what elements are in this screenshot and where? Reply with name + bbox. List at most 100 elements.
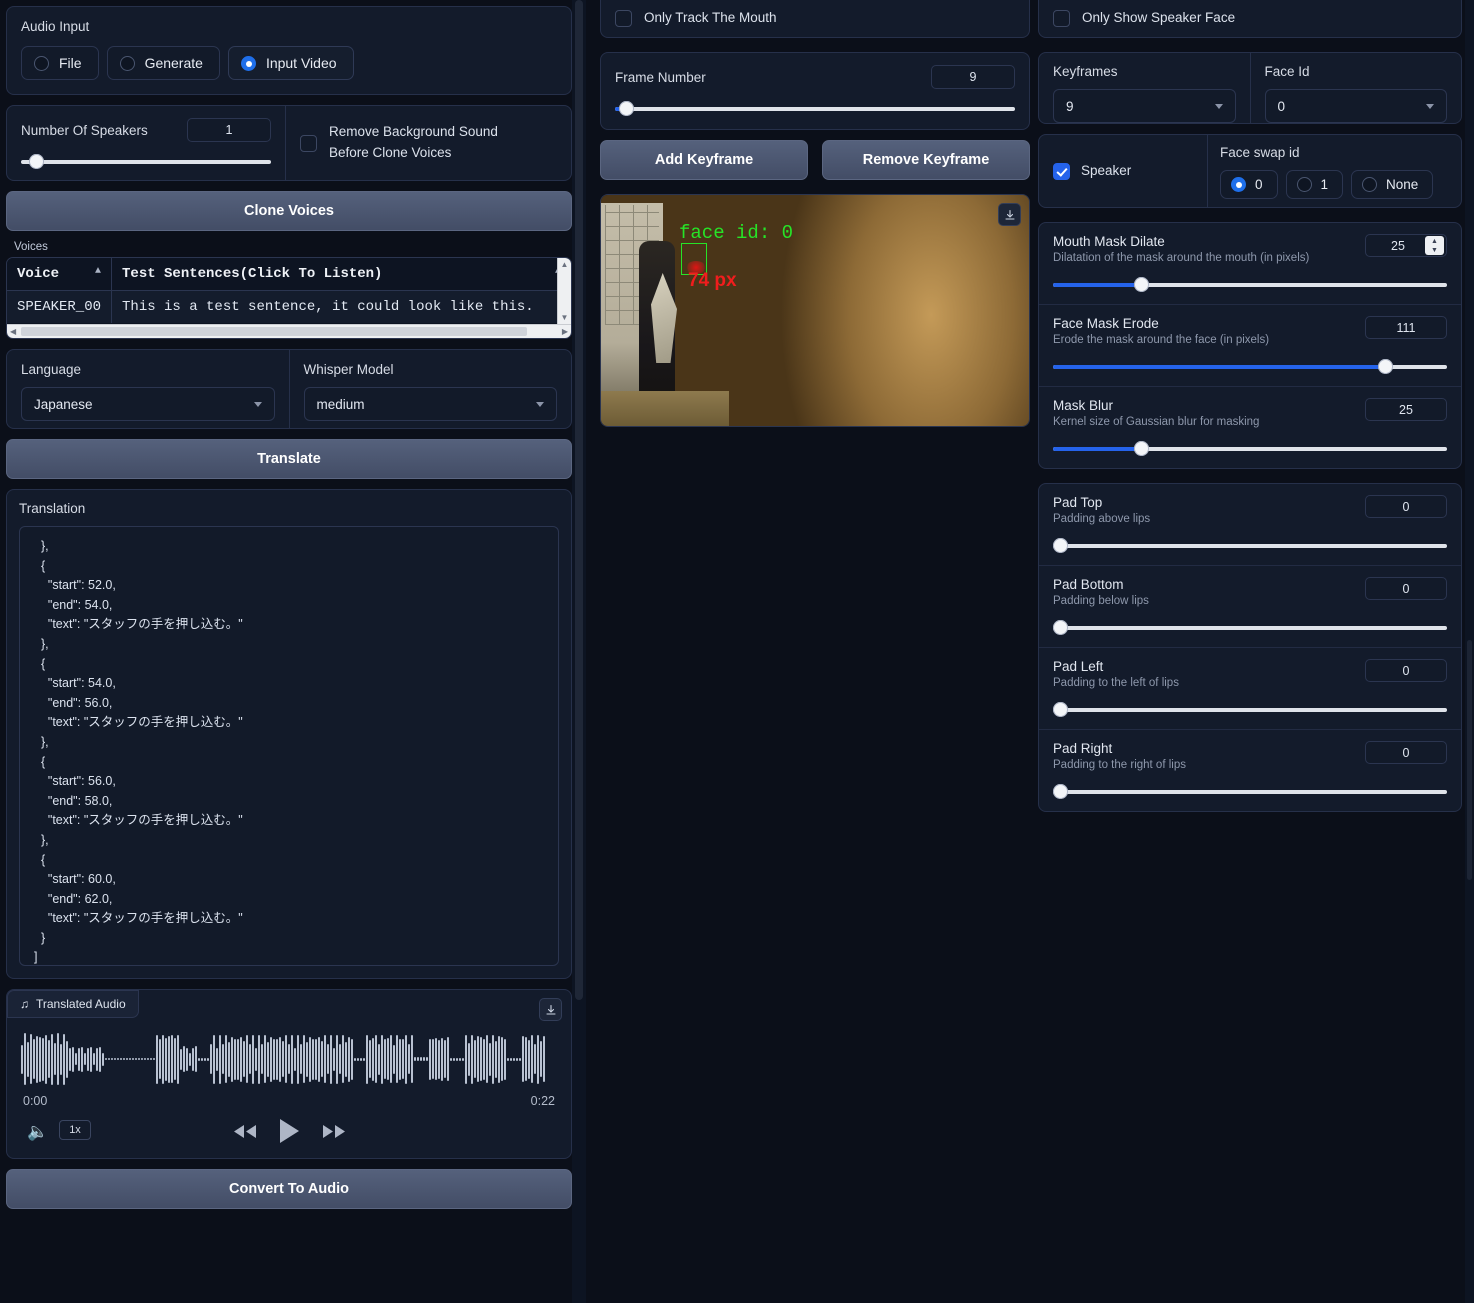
table-horizontal-scrollbar[interactable]: ◀ ▶ [7, 324, 571, 338]
pad-right-slider[interactable] [1053, 784, 1447, 798]
scroll-right-icon[interactable]: ▶ [562, 327, 568, 336]
slider-knob[interactable] [1134, 441, 1149, 456]
mouth-mask-dilate-value[interactable]: 25 ▲ ▼ [1365, 234, 1447, 257]
language-dropdown[interactable]: Japanese [21, 387, 275, 421]
waveform-bar [42, 1038, 44, 1081]
video-preview[interactable]: face id: 0 74 px [600, 194, 1030, 427]
waveform-bar [363, 1058, 365, 1061]
column-header-voice[interactable]: Voice ▲ [7, 258, 112, 291]
fast-forward-icon[interactable] [322, 1123, 346, 1140]
pad-top-slider[interactable] [1053, 538, 1447, 552]
slider-knob[interactable] [1378, 359, 1393, 374]
add-keyframe-button[interactable]: Add Keyframe [600, 140, 808, 180]
waveform-bar [93, 1053, 95, 1065]
radio-option-input-video[interactable]: Input Video [228, 46, 354, 80]
waveform-bar [324, 1035, 326, 1083]
frame-number-slider[interactable] [615, 101, 1015, 115]
only-track-mouth-checkbox[interactable] [615, 10, 632, 27]
audio-input-radio-group[interactable]: File Generate Input Video [21, 46, 557, 80]
page-scrollbar[interactable] [1465, 0, 1474, 1303]
slider-knob[interactable] [1053, 702, 1068, 717]
pad-bottom-slider[interactable] [1053, 620, 1447, 634]
download-video-frame-button[interactable] [998, 203, 1021, 226]
stepper-up-icon[interactable]: ▲ [1431, 238, 1438, 245]
only-track-mouth-panel[interactable]: Only Track The Mouth [600, 0, 1030, 38]
waveform-bar [168, 1036, 170, 1083]
scrollbar-thumb[interactable] [575, 0, 583, 1000]
waveform-bar [417, 1057, 419, 1061]
only-show-speaker-face-panel[interactable]: Only Show Speaker Face [1038, 0, 1462, 38]
mouth-mask-dilate-slider[interactable] [1053, 277, 1447, 291]
download-audio-button[interactable] [539, 998, 562, 1021]
slider-knob[interactable] [29, 154, 44, 169]
face-swap-radio-group[interactable]: 0 1 None [1220, 170, 1449, 199]
mask-blur-slider[interactable] [1053, 441, 1447, 455]
radio-option-file[interactable]: File [21, 46, 99, 80]
pad-bottom-value[interactable]: 0 [1365, 577, 1447, 600]
remove-background-sound-checkbox[interactable] [300, 135, 317, 152]
only-show-speaker-face-checkbox[interactable] [1053, 10, 1070, 27]
music-note-icon: ♫ [20, 997, 29, 1011]
waveform-bar [513, 1058, 515, 1061]
sort-ascending-icon[interactable]: ▲ [95, 266, 101, 277]
scrollbar-thumb[interactable] [21, 327, 527, 336]
speaker-group[interactable]: Speaker [1039, 135, 1207, 207]
clone-voices-row: Clone Voices [6, 191, 572, 231]
remove-keyframe-button[interactable]: Remove Keyframe [822, 140, 1030, 180]
app-root: Audio Input File Generate Input Video [0, 0, 1474, 1303]
play-icon[interactable] [279, 1118, 300, 1144]
scroll-up-icon[interactable]: ▲ [561, 260, 569, 269]
frame-number-value[interactable]: 9 [931, 65, 1015, 89]
face-mask-erode-slider[interactable] [1053, 359, 1447, 373]
waveform-bar [378, 1044, 380, 1075]
stepper-down-icon[interactable]: ▼ [1431, 247, 1438, 254]
speaker-checkbox[interactable] [1053, 163, 1070, 180]
keyframes-faceid-panel: Keyframes 9 Face Id 0 [1038, 52, 1462, 124]
face-swap-option-0[interactable]: 0 [1220, 170, 1278, 199]
number-of-speakers-slider[interactable] [21, 154, 271, 168]
face-swap-option-none[interactable]: None [1351, 170, 1433, 199]
clone-voices-button[interactable]: Clone Voices [6, 191, 572, 231]
slider-knob[interactable] [1053, 620, 1068, 635]
pad-left-slider[interactable] [1053, 702, 1447, 716]
slider-knob[interactable] [1053, 784, 1068, 799]
face-mask-erode-value[interactable]: 111 [1365, 316, 1447, 339]
whisper-model-dropdown[interactable]: medium [304, 387, 558, 421]
number-stepper-icon[interactable]: ▲ ▼ [1425, 236, 1444, 255]
audio-current-time: 0:00 [23, 1094, 47, 1108]
pad-top-value[interactable]: 0 [1365, 495, 1447, 518]
pad-left-value[interactable]: 0 [1365, 659, 1447, 682]
table-vertical-scrollbar[interactable]: ▲ ▼ [557, 258, 571, 324]
keyframes-dropdown[interactable]: 9 [1053, 89, 1236, 123]
mask-blur-value[interactable]: 25 [1365, 398, 1447, 421]
waveform-bar [45, 1035, 47, 1084]
scrollbar-thumb[interactable] [1467, 640, 1472, 880]
face-id-dropdown[interactable]: 0 [1265, 89, 1448, 123]
convert-to-audio-button[interactable]: Convert To Audio [6, 1169, 572, 1209]
cell-voice-name: SPEAKER_00 [7, 291, 112, 324]
scroll-left-icon[interactable]: ◀ [10, 327, 16, 336]
audio-waveform[interactable] [21, 1030, 557, 1088]
face-swap-option-1[interactable]: 1 [1286, 170, 1344, 199]
waveform-bar [66, 1041, 68, 1078]
face-id-group: Face Id 0 [1250, 53, 1462, 123]
radio-option-generate[interactable]: Generate [107, 46, 220, 80]
slider-knob[interactable] [1134, 277, 1149, 292]
translation-json-text[interactable]: }, { "start": 52.0, "end": 54.0, "text":… [19, 526, 559, 966]
keyframe-buttons-row: Add Keyframe Remove Keyframe [600, 140, 1030, 180]
slider-knob[interactable] [1053, 538, 1068, 553]
waveform-bar [342, 1035, 344, 1083]
cell-test-sentence[interactable]: This is a test sentence, it could look l… [112, 291, 571, 324]
column-header-test-sentences[interactable]: Test Sentences(Click To Listen) ▲ [112, 258, 571, 291]
table-row[interactable]: SPEAKER_00 This is a test sentence, it c… [7, 291, 571, 324]
waveform-bar [57, 1033, 59, 1085]
rewind-icon[interactable] [233, 1123, 257, 1140]
slider-knob[interactable] [619, 101, 634, 116]
scroll-down-icon[interactable]: ▼ [561, 313, 569, 322]
pad-right-value[interactable]: 0 [1365, 741, 1447, 764]
remove-background-sound-group[interactable]: Remove Background Sound Before Clone Voi… [285, 106, 571, 180]
waveform-bar [192, 1048, 194, 1071]
translate-button[interactable]: Translate [6, 439, 572, 479]
number-of-speakers-value[interactable]: 1 [187, 118, 271, 142]
left-column-scrollbar[interactable] [572, 0, 586, 1303]
